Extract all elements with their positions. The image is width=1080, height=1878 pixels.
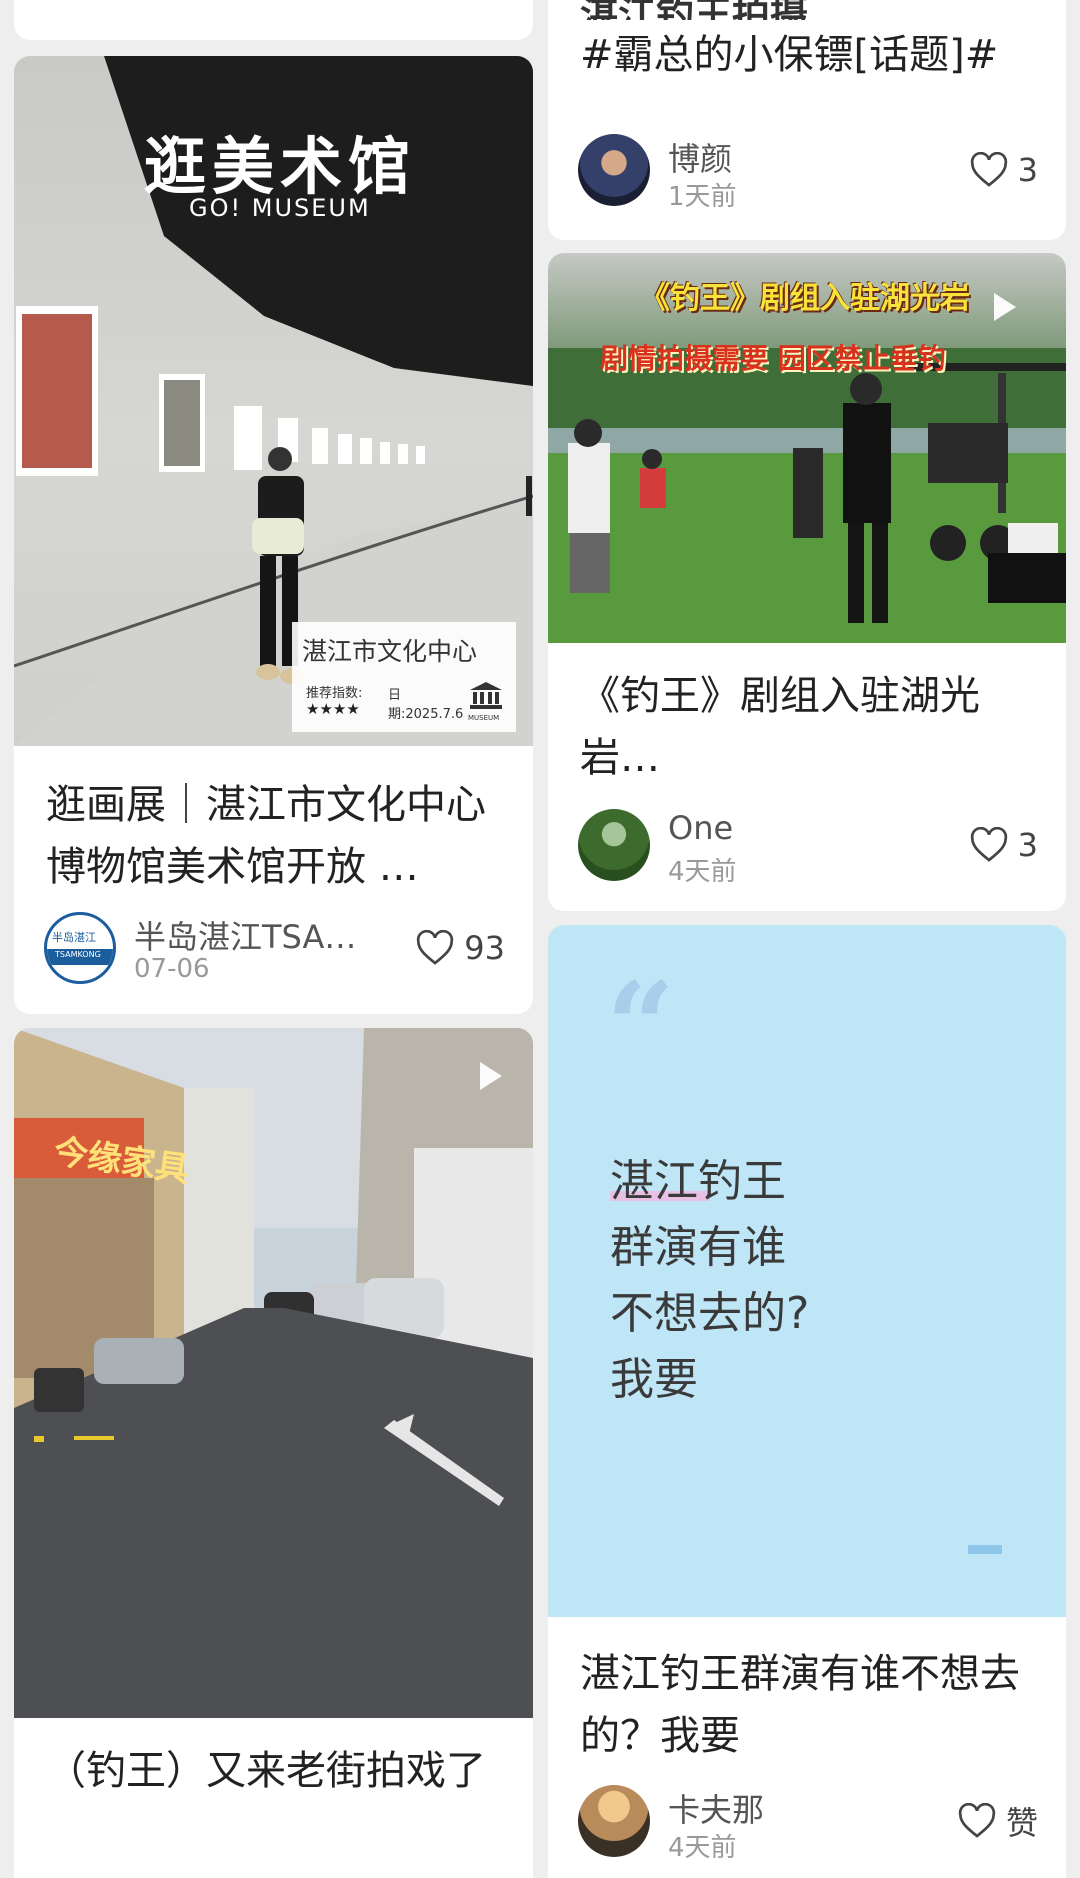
heart-icon [417,930,454,965]
cover-overlay-subtitle: GO! MUSEUM [189,194,371,222]
post-time: 4天前 [668,857,737,887]
card-meta: One 4天前 3 [578,809,1038,887]
card-cover-quote: “ 湛江钓王 群演有谁 不想去的? 我要 [548,925,1066,1617]
quote-end-dash [968,1545,1002,1554]
author-avatar[interactable] [578,134,650,206]
badge-icon-label: MUSEUM [468,714,500,722]
cover-banner-line1: 《钓王》剧组入驻湖光岩 [640,281,970,316]
play-icon [480,1062,502,1090]
author-avatar[interactable]: 半岛湛江 TSAMKONG [44,912,116,984]
like-count: 3 [1017,826,1038,864]
cover-info-badge: 湛江市文化中心 推荐指数: ★★★★ 日期:2025.7.6 MUSEUM [292,622,516,732]
card-cover-image: 《钓王》剧组入驻湖光岩 剧情拍摄需要 园区禁止垂钓 [548,253,1066,643]
card-meta: 半岛湛江 TSAMKONG 半岛湛江TSA… 07-06 93 [44,912,505,988]
author-name[interactable]: 卡夫那 [668,1785,764,1831]
like-count: 3 [1017,151,1038,189]
author-avatar[interactable] [578,1785,650,1857]
like-label: 赞 [1005,1804,1038,1842]
like-button[interactable]: 赞 [958,1801,1038,1842]
heart-icon [958,1803,996,1838]
post-time: 4天前 [668,1833,737,1863]
like-count: 93 [464,929,505,967]
card-title: 《钓王》剧组入驻湖光岩… [580,673,980,781]
author-name[interactable]: One [668,809,733,847]
like-button[interactable]: 93 [416,928,505,968]
cover-banner-line2: 剧情拍摄需要 园区禁止垂钓 [600,342,946,375]
post-time: 07-06 [134,954,210,984]
quote-line-3: 不想去的? [610,1288,810,1339]
feed-card-street[interactable]: 今缘家具 （钓王）又来老街拍戏了 [14,1028,533,1878]
feed-card-quote[interactable]: “ 湛江钓王 群演有谁 不想去的? 我要 湛江钓王群演有谁不想去的？我要 卡夫那… [548,925,1066,1878]
play-icon [994,293,1016,321]
card-meta: 博颜 1天前 3 [578,134,1038,212]
card-meta: 卡夫那 4天前 赞 [578,1785,1038,1863]
feed-card-museum[interactable]: 逛美术馆 GO! MUSEUM 湛江市文化中心 推荐指数: ★★★★ 日期:20… [14,56,533,1014]
quote-line-2: 群演有谁 [610,1222,786,1273]
card-title: （钓王）又来老街拍戏了 [46,1748,486,1794]
like-button[interactable]: 3 [970,150,1038,190]
badge-place: 湛江市文化中心 [302,637,478,666]
museum-building-icon [468,680,504,716]
card-title: #霸总的小保镖[话题]# [580,32,999,78]
heart-icon [970,152,1007,187]
avatar-text-bottom: TSAMKONG [55,950,101,959]
card-cover-image: 逛美术馆 GO! MUSEUM 湛江市文化中心 推荐指数: ★★★★ 日期:20… [14,56,533,746]
card-title-partial: 湛江钓王拍摄 [580,0,1038,20]
card-title: 湛江钓王群演有谁不想去的？我要 [580,1651,1020,1759]
feed-card-stub[interactable] [14,0,533,40]
badge-date: 日期:2025.7.6 [388,688,464,722]
post-time: 1天前 [668,182,737,212]
badge-stars: ★★★★ [306,700,360,718]
feed-card-diaowang[interactable]: 《钓王》剧组入驻湖光岩 剧情拍摄需要 园区禁止垂钓 《钓王》剧组入驻湖光岩… O… [548,253,1066,911]
card-title: 逛画展｜湛江市文化中心博物馆美术馆开放 … [46,782,486,890]
cover-overlay-title: 逛美术馆 [144,130,417,203]
quote-line-1: 湛江钓王 [610,1156,786,1207]
feed-card-baozong[interactable]: 湛江钓王拍摄 #霸总的小保镖[话题]# 博颜 1天前 3 [548,0,1066,240]
heart-icon [970,827,1007,862]
author-name[interactable]: 博颜 [668,134,732,180]
card-cover-image: 今缘家具 [14,1028,533,1718]
like-button[interactable]: 3 [970,825,1038,865]
avatar-text-top: 半岛湛江 [52,931,96,944]
author-name[interactable]: 半岛湛江TSA… [134,912,384,958]
badge-rec-label: 推荐指数: [306,686,363,701]
quote-line-4: 我要 [610,1354,698,1405]
quote-mark-icon: “ [606,956,676,1097]
author-avatar[interactable] [578,809,650,881]
